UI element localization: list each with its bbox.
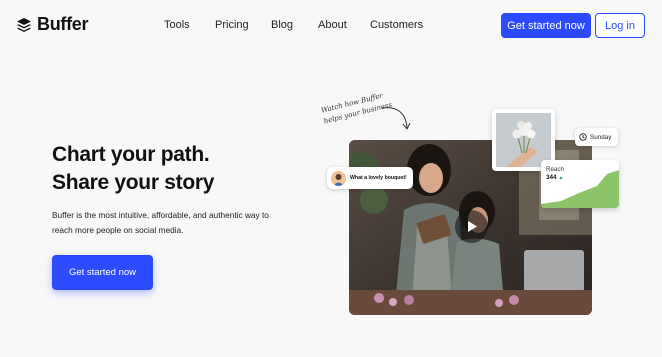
- comment-text: What a lovely bouquet!: [350, 175, 407, 181]
- nav-item-about[interactable]: About: [318, 19, 347, 31]
- nav-item-customers[interactable]: Customers: [370, 19, 423, 31]
- clock-icon: [579, 133, 587, 141]
- hero-subtitle: Buffer is the most intuitive, affordable…: [52, 210, 269, 235]
- nav-item-blog[interactable]: Blog: [271, 19, 293, 31]
- avatar: [331, 170, 346, 186]
- hero-title: Chart your path. Share your story: [52, 141, 214, 197]
- post-photo: [496, 113, 551, 167]
- login-button[interactable]: Log in: [595, 13, 645, 38]
- nav-item-pricing[interactable]: Pricing: [215, 19, 249, 31]
- comment-bubble: What a lovely bouquet!: [327, 167, 413, 189]
- reach-stats-card: Reach 344 ▲: [541, 160, 619, 208]
- reach-area-chart: [541, 170, 619, 208]
- curved-arrow-icon: [381, 107, 411, 130]
- play-button[interactable]: [455, 210, 488, 243]
- nav-item-tools[interactable]: Tools: [164, 19, 190, 31]
- hero-title-line-2: Share your story: [52, 171, 215, 194]
- play-icon: [467, 221, 477, 232]
- schedule-badge: Sunday: [575, 128, 618, 146]
- hero-get-started-button[interactable]: Get started now: [52, 255, 153, 290]
- header-get-started-button[interactable]: Get started now: [501, 13, 591, 38]
- hero-title-line-1: Chart your path.: [52, 143, 210, 166]
- schedule-day: Sunday: [590, 133, 612, 141]
- site-header: Buffer Tools Pricing Blog About Customer…: [0, 0, 662, 52]
